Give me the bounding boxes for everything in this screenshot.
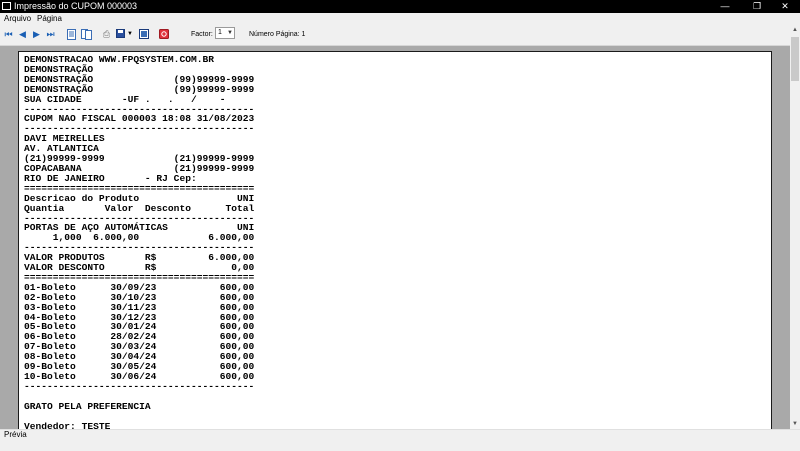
chevron-down-icon: ▼ <box>227 30 233 36</box>
save-icon[interactable] <box>115 29 125 40</box>
dropdown-arrow-icon[interactable]: ▼ <box>126 29 134 40</box>
menu-bar: Arquivo Página <box>0 13 800 25</box>
receipt-text: DEMONSTRACAO WWW.FPQSYSTEM.COM.BR DEMONST… <box>24 55 254 429</box>
app-icon <box>2 2 11 10</box>
two-pages-icon[interactable] <box>80 29 92 40</box>
export-icon[interactable] <box>138 29 149 40</box>
factor-value: 1 <box>218 29 222 36</box>
title-bar: Impressão do CUPOM 000003 — ❐ ✕ <box>0 0 800 13</box>
receipt-line: GRATO PELA PREFERENCIA <box>24 400 151 412</box>
print-icon[interactable]: ⎙ <box>101 29 112 40</box>
maximize-button[interactable]: ❐ <box>742 0 772 13</box>
preview-area: DEMONSTRACAO WWW.FPQSYSTEM.COM.BR DEMONST… <box>0 46 790 429</box>
last-page-icon[interactable]: ⏭ <box>45 29 56 40</box>
close-preview-icon[interactable] <box>158 29 169 40</box>
toolbar: ⏮ ◀ ▶ ⏭ ⎙ ▼ Factor: Número Página: 1 <box>0 25 800 46</box>
window-title: Impressão do CUPOM 000003 <box>14 1 138 11</box>
factor-label: Factor: <box>191 31 213 38</box>
first-page-icon[interactable]: ⏮ <box>3 29 14 40</box>
next-page-icon[interactable]: ▶ <box>31 29 42 40</box>
receipt-line: ---------------------------------------- <box>24 380 255 392</box>
close-button[interactable]: ✕ <box>770 0 800 13</box>
scroll-up-icon[interactable]: ▲ <box>790 25 800 35</box>
factor-select[interactable]: 1 ▼ <box>215 27 235 39</box>
minimize-button[interactable]: — <box>710 0 740 13</box>
receipt-line: Quantia Valor Desconto Total <box>24 202 255 214</box>
previous-page-icon[interactable]: ◀ <box>17 29 28 40</box>
receipt-page: DEMONSTRACAO WWW.FPQSYSTEM.COM.BR DEMONST… <box>18 51 772 429</box>
menu-pagina[interactable]: Página <box>37 13 62 25</box>
scroll-thumb[interactable] <box>791 37 799 81</box>
vertical-scrollbar[interactable]: ▲ ▼ <box>790 25 800 429</box>
single-page-icon[interactable] <box>66 29 76 40</box>
receipt-line: Vendedor: TESTE <box>24 420 111 429</box>
status-label: Prévia <box>4 430 27 439</box>
status-bar: Prévia <box>0 429 800 451</box>
page-number-label: Número Página: 1 <box>249 31 306 38</box>
scroll-down-icon[interactable]: ▼ <box>790 419 800 429</box>
menu-arquivo[interactable]: Arquivo <box>4 13 31 25</box>
